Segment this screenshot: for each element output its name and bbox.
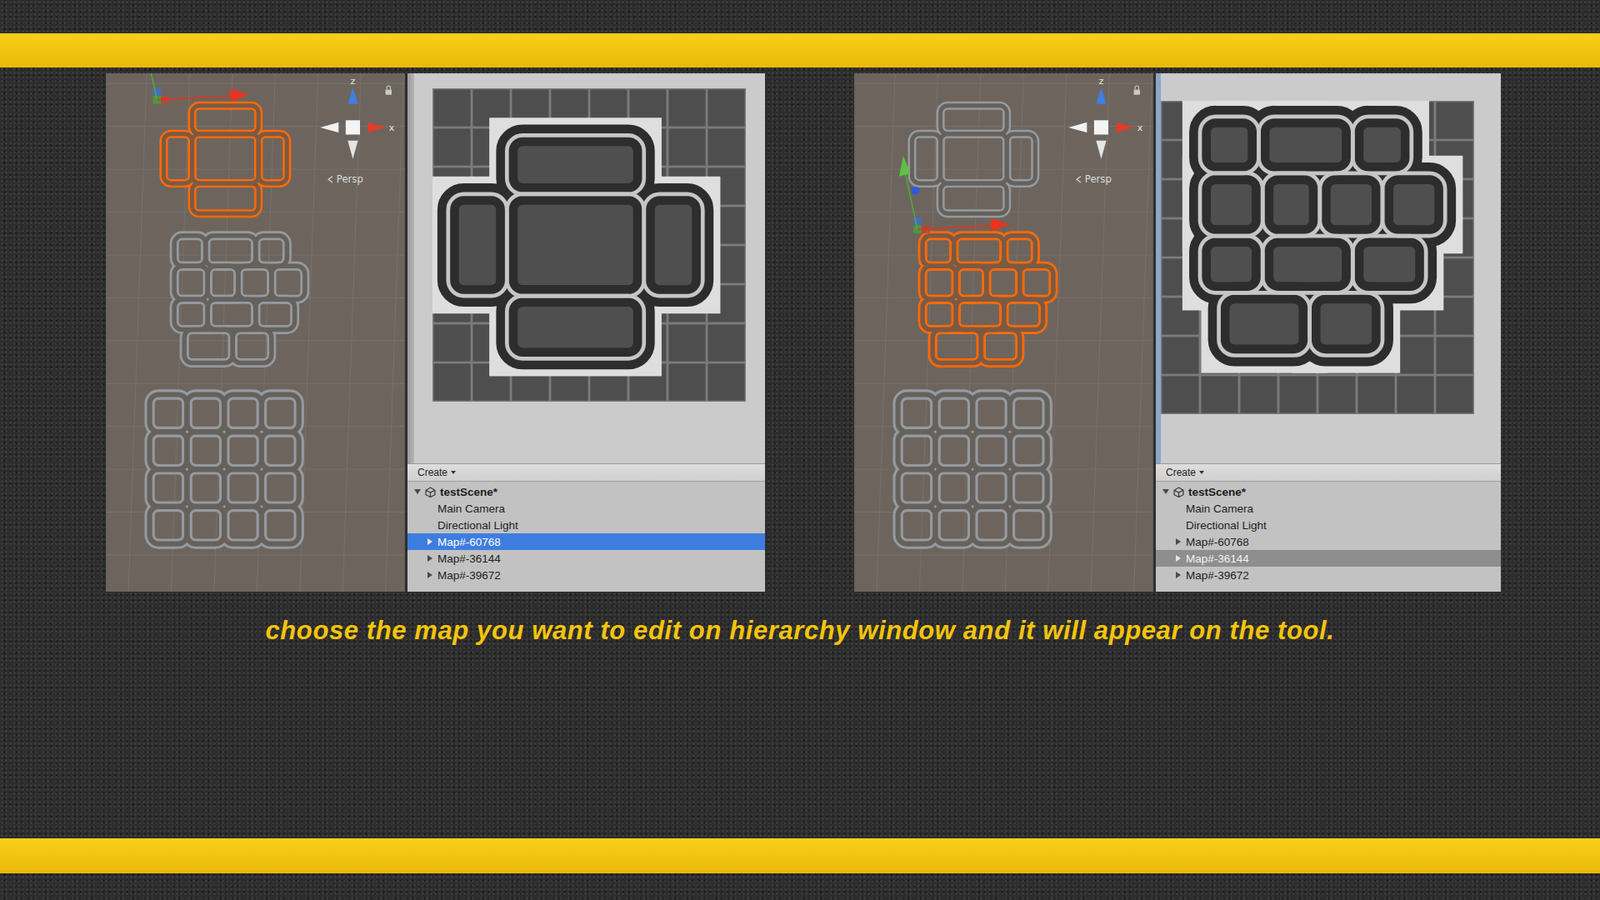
dropdown-arrow-icon <box>1199 470 1205 475</box>
road-tile[interactable] <box>1219 292 1310 355</box>
road-tile[interactable] <box>506 135 645 195</box>
z-axis-label: z <box>1099 75 1105 87</box>
hierarchy-tree: testScene* Main Camera Directional Light… <box>407 481 765 584</box>
tool-column: Create testScene* Main Camera Directiona… <box>1155 73 1501 592</box>
expand-arrow-icon[interactable] <box>414 489 421 495</box>
tool-column: Create testScene* Main Camera Directiona… <box>407 73 765 592</box>
hierarchy-item[interactable]: Map#-60768 <box>407 533 765 550</box>
hierarchy-item[interactable]: Directional Light <box>407 516 765 534</box>
unity-scene-icon <box>425 486 436 498</box>
expand-arrow-icon[interactable] <box>1175 555 1181 562</box>
projection-label[interactable]: Persp <box>336 173 364 185</box>
move-gizmo-icon[interactable] <box>138 73 249 105</box>
hierarchy-item[interactable]: Map#-36144 <box>407 550 765 567</box>
road-tile[interactable] <box>1310 292 1383 355</box>
road-tile[interactable] <box>506 295 645 359</box>
scene-view[interactable]: z x Persp <box>105 73 405 592</box>
lock-icon[interactable] <box>385 85 392 95</box>
create-button[interactable]: Create <box>1162 465 1208 480</box>
axis-gizmo-icon[interactable]: z x Persp <box>1068 75 1143 185</box>
road-tile[interactable] <box>448 194 508 296</box>
projection-label[interactable]: Persp <box>1085 173 1112 185</box>
hierarchy-window: Create testScene* Main Camera Directiona… <box>1155 463 1501 592</box>
expand-arrow-icon[interactable] <box>1162 489 1170 495</box>
scroll-strip[interactable] <box>1155 73 1161 464</box>
road-tile[interactable] <box>1259 116 1354 174</box>
scene-map[interactable] <box>174 235 305 364</box>
road-tile[interactable] <box>644 194 704 296</box>
hierarchy-item[interactable]: Map#-39672 <box>407 566 765 584</box>
scene-map[interactable] <box>911 105 1035 215</box>
road-tile[interactable] <box>506 194 645 296</box>
map-editor-grid[interactable] <box>1160 100 1475 415</box>
dropdown-arrow-icon <box>450 470 456 475</box>
hierarchy-window: Create testScene* Main Camera Directiona… <box>407 463 765 592</box>
hierarchy-item[interactable]: Map#-60768 <box>1155 533 1501 550</box>
screenshot-row: z x Persp Create testScene* Main Camera Di… <box>0 73 1600 592</box>
road-tile[interactable] <box>1382 173 1445 236</box>
editor-screenshot: z x Persp Create testScene* Main Camera Di… <box>854 73 1501 592</box>
hierarchy-item[interactable]: Map#-39672 <box>1155 566 1501 584</box>
scene-map[interactable] <box>922 235 1054 364</box>
hierarchy-toolbar: Create <box>407 464 765 482</box>
editor-screenshot: z x Persp Create testScene* Main Camera Di… <box>105 73 765 592</box>
scene-map[interactable] <box>898 395 1048 545</box>
road-tile[interactable] <box>1262 173 1320 236</box>
bottom-stripe <box>0 838 1600 874</box>
x-axis-label: x <box>1137 122 1144 134</box>
hierarchy-tree: testScene* Main Camera Directional Light… <box>1155 481 1501 584</box>
promo-page: z x Persp Create testScene* Main Camera Di… <box>0 0 1600 900</box>
scroll-strip[interactable] <box>407 73 415 464</box>
map-tool-view[interactable] <box>1155 73 1501 464</box>
road-tile[interactable] <box>1352 116 1412 174</box>
unity-scene-icon <box>1173 486 1185 498</box>
hierarchy-item[interactable]: Map#-36144 <box>1155 550 1501 567</box>
hierarchy-item[interactable]: Main Camera <box>407 500 765 517</box>
z-axis-label: z <box>350 75 356 87</box>
axis-gizmo-icon[interactable]: z x Persp <box>320 75 395 185</box>
road-tile[interactable] <box>1262 235 1353 293</box>
create-button[interactable]: Create <box>414 465 460 480</box>
expand-arrow-icon[interactable] <box>1175 538 1181 545</box>
expand-arrow-icon[interactable] <box>427 538 433 545</box>
hierarchy-toolbar: Create <box>1155 464 1501 482</box>
caption: choose the map you want to edit on hiera… <box>0 615 1600 647</box>
road-tile[interactable] <box>1200 235 1263 293</box>
move-gizmo-icon[interactable] <box>899 155 1010 234</box>
road-tile[interactable] <box>1352 235 1426 293</box>
hierarchy-item[interactable]: Directional Light <box>1155 516 1501 534</box>
top-stripe <box>0 33 1600 68</box>
expand-arrow-icon[interactable] <box>427 571 433 579</box>
scene-row[interactable]: testScene* <box>407 483 765 500</box>
scene-view[interactable]: z x Persp <box>854 73 1154 592</box>
hierarchy-item[interactable]: Main Camera <box>1155 500 1501 517</box>
expand-arrow-icon[interactable] <box>427 555 433 562</box>
map-tool-view[interactable] <box>407 73 765 464</box>
scene-map[interactable] <box>163 105 287 215</box>
map-editor-grid[interactable] <box>432 88 746 402</box>
scene-map[interactable] <box>150 395 300 545</box>
scene-row[interactable]: testScene* <box>1155 483 1501 500</box>
road-tile[interactable] <box>1320 173 1383 236</box>
x-axis-label: x <box>389 122 395 134</box>
expand-arrow-icon[interactable] <box>1175 571 1181 579</box>
lock-icon[interactable] <box>1134 85 1140 95</box>
road-tile[interactable] <box>1200 173 1263 236</box>
road-tile[interactable] <box>1200 116 1260 174</box>
